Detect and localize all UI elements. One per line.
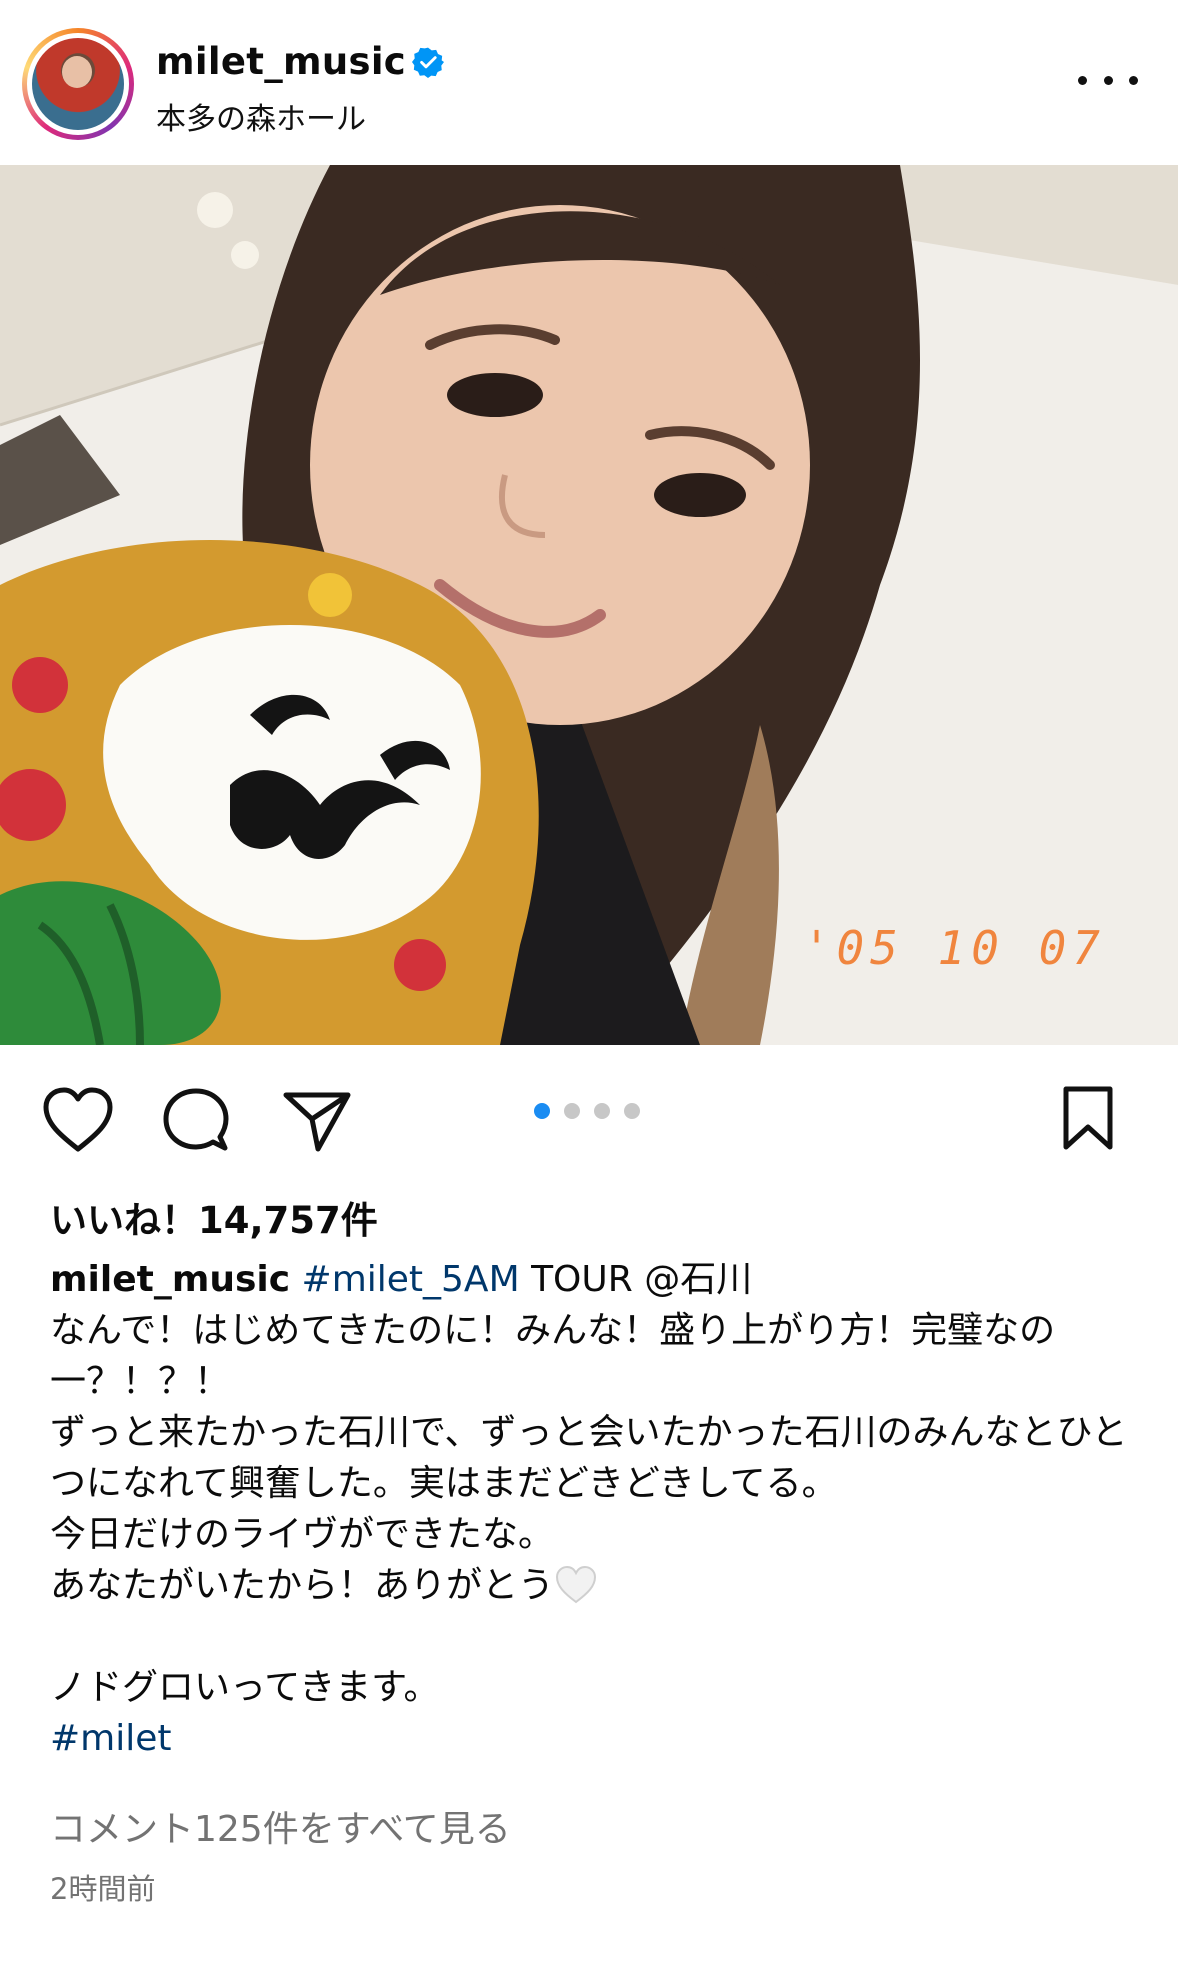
verified-badge-icon (412, 47, 444, 78)
instagram-post: milet_music 本多の森ホール '05 10 07 いいね！14,757… (0, 0, 1178, 1966)
avatar[interactable] (27, 33, 129, 135)
carousel-dot (624, 1103, 640, 1119)
username[interactable]: milet_music (156, 40, 406, 83)
story-ring[interactable] (22, 28, 134, 140)
hashtag-link[interactable]: #milet (50, 1718, 172, 1759)
caption-line1: TOUR @石川 (519, 1259, 753, 1300)
carousel-dot (534, 1103, 550, 1119)
caption-body2: ノドグロいってきます。 (50, 1667, 440, 1708)
post-photo[interactable]: '05 10 07 (0, 165, 1178, 1045)
more-options-icon[interactable] (1078, 60, 1138, 100)
view-all-comments-link[interactable]: コメント125件をすべて見る (50, 1800, 511, 1852)
carousel-dot (594, 1103, 610, 1119)
like-heart-icon[interactable] (42, 1087, 114, 1153)
likes-count[interactable]: いいね！14,757件 (50, 1190, 378, 1244)
caption-body: なんで！はじめてきたのに！みんな！盛り上がり方！完璧なの一？！？！ ずっと来たか… (50, 1310, 1128, 1606)
share-send-icon[interactable] (282, 1089, 352, 1153)
carousel-dot (564, 1103, 580, 1119)
post-header: milet_music 本多の森ホール (0, 0, 1178, 165)
location-link[interactable]: 本多の森ホール (156, 94, 366, 138)
photo-illustration (0, 165, 1178, 1045)
avatar-image (32, 38, 124, 130)
save-bookmark-icon[interactable] (1060, 1085, 1116, 1151)
hashtag-link[interactable]: #milet_5AM (302, 1259, 520, 1300)
caption-username[interactable]: milet_music (50, 1259, 290, 1300)
carousel-indicator (534, 1103, 640, 1119)
date-stamp: '05 10 07 (802, 921, 1106, 975)
caption: milet_music #milet_5AM TOUR @石川 なんで！はじめて… (50, 1254, 1140, 1764)
comment-icon[interactable] (162, 1087, 230, 1155)
white-heart-emoji-icon (556, 1565, 597, 1604)
post-timestamp: 2時間前 (50, 1872, 156, 1906)
